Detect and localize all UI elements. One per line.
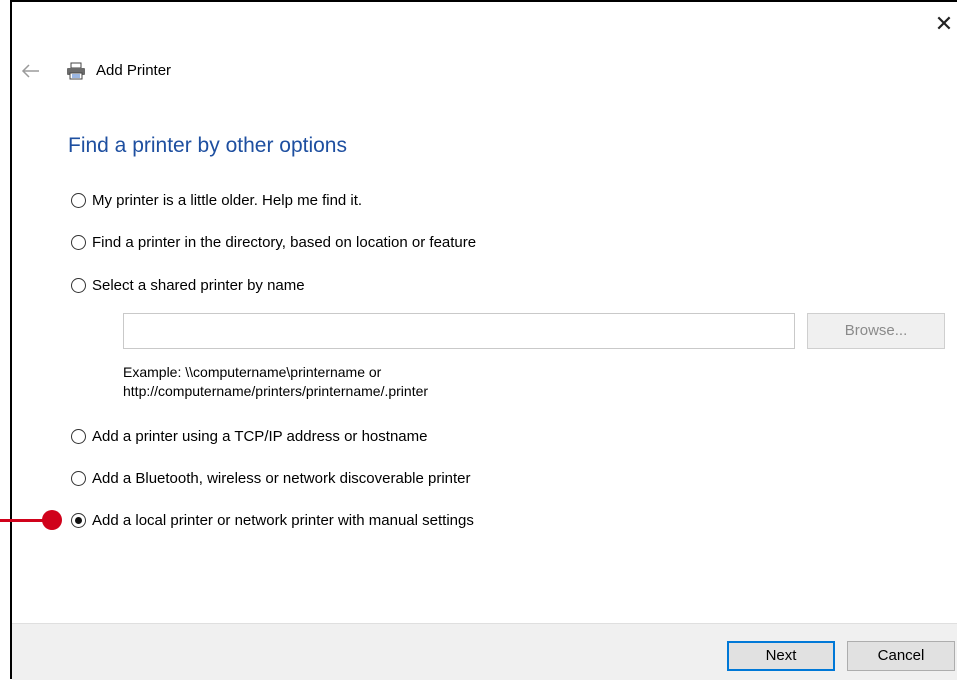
window-title: Add Printer	[96, 62, 172, 79]
option-label: Find a printer in the directory, based o…	[92, 234, 477, 251]
next-button[interactable]: Next	[727, 641, 835, 671]
option-tcpip[interactable]: Add a printer using a TCP/IP address or …	[71, 428, 427, 445]
radio-button[interactable]	[71, 235, 86, 250]
option-local-manual[interactable]: Add a local printer or network printer w…	[71, 512, 474, 529]
example-line-1: Example: \\computername\printername or	[123, 364, 382, 380]
radio-button[interactable]	[71, 193, 86, 208]
example-line-2: http://computername/printers/printername…	[123, 383, 429, 399]
browse-button[interactable]: Browse...	[807, 313, 945, 349]
back-button[interactable]	[20, 60, 42, 82]
shared-printer-name-input[interactable]	[123, 313, 795, 349]
option-shared-printer[interactable]: Select a shared printer by name	[71, 277, 305, 294]
option-label: Add a Bluetooth, wireless or network dis…	[92, 470, 471, 487]
back-arrow-icon	[21, 64, 39, 78]
printer-icon	[67, 62, 85, 80]
page-heading: Find a printer by other options	[68, 134, 347, 157]
annotation-pointer-dot	[42, 510, 62, 530]
close-button[interactable]: ✕	[931, 12, 957, 38]
option-directory-search[interactable]: Find a printer in the directory, based o…	[71, 234, 476, 251]
example-text: Example: \\computername\printername or h…	[123, 363, 428, 401]
option-older-printer[interactable]: My printer is a little older. Help me fi…	[71, 192, 362, 209]
option-label: Select a shared printer by name	[92, 277, 305, 294]
radio-button[interactable]	[71, 429, 86, 444]
radio-button-selected[interactable]	[71, 513, 86, 528]
radio-button[interactable]	[71, 278, 86, 293]
close-icon: ✕	[934, 12, 954, 37]
radio-button[interactable]	[71, 471, 86, 486]
option-label: My printer is a little older. Help me fi…	[92, 192, 363, 209]
cancel-button[interactable]: Cancel	[847, 641, 955, 671]
option-label: Add a local printer or network printer w…	[92, 512, 474, 529]
option-bluetooth-wireless[interactable]: Add a Bluetooth, wireless or network dis…	[71, 470, 471, 487]
option-label: Add a printer using a TCP/IP address or …	[92, 428, 428, 445]
